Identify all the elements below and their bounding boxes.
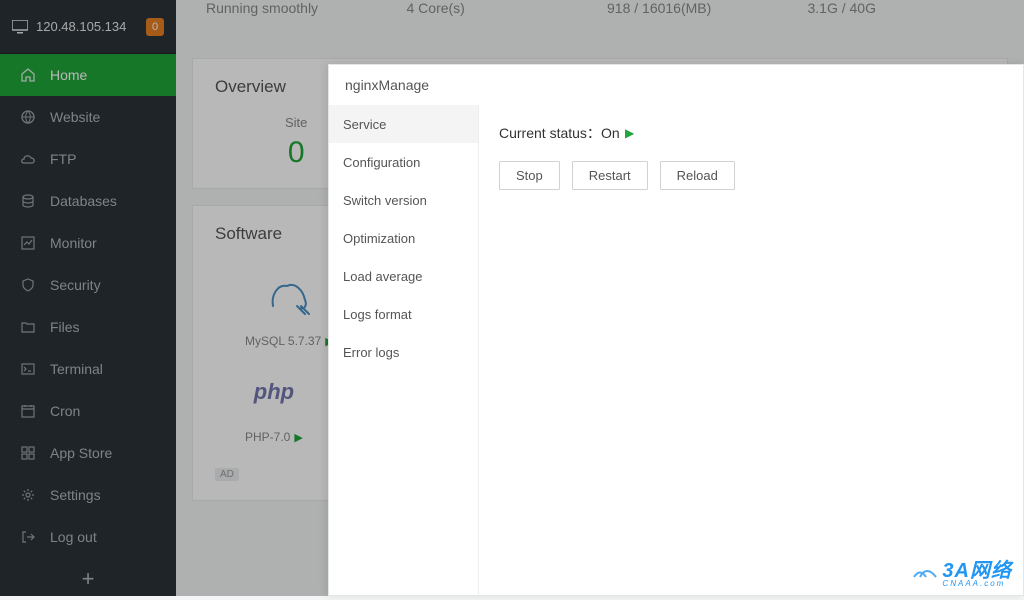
reload-button[interactable]: Reload <box>660 161 735 190</box>
status-label: Current status： <box>499 123 601 143</box>
play-icon: ▶ <box>622 126 635 140</box>
modal-nav: Service Configuration Switch version Opt… <box>329 105 479 595</box>
modal-content: Current status： On ▶ Stop Restart Reload <box>479 105 1023 595</box>
modal-nav-configuration[interactable]: Configuration <box>329 143 478 181</box>
service-status-line: Current status： On ▶ <box>499 123 1003 143</box>
restart-button[interactable]: Restart <box>572 161 648 190</box>
modal-nav-load-average[interactable]: Load average <box>329 257 478 295</box>
modal-title: nginxManage <box>329 65 1023 105</box>
status-value: On <box>601 125 620 141</box>
modal-nav-optimization[interactable]: Optimization <box>329 219 478 257</box>
modal-nav-error-logs[interactable]: Error logs <box>329 333 478 371</box>
modal-nav-logs-format[interactable]: Logs format <box>329 295 478 333</box>
modal-nav-service[interactable]: Service <box>329 105 478 143</box>
stop-button[interactable]: Stop <box>499 161 560 190</box>
watermark-logo: 3A网络 CNAAA.com <box>912 554 1012 588</box>
modal-nav-switch-version[interactable]: Switch version <box>329 181 478 219</box>
button-row: Stop Restart Reload <box>499 161 1003 190</box>
nginx-manage-modal: nginxManage Service Configuration Switch… <box>328 64 1024 596</box>
